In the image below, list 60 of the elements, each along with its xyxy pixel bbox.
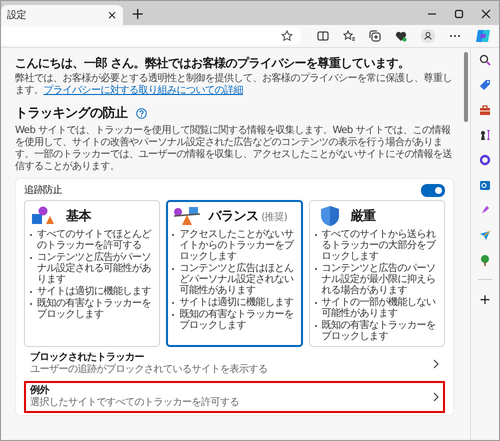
section-heading: トラッキングの防止	[15, 105, 128, 122]
ring-icon[interactable]	[479, 154, 491, 166]
bullet-text: 既知の有害なトラッカーをブロックします	[322, 320, 437, 342]
row-title: ブロックされたトラッカー	[30, 352, 145, 364]
bullet-text: コンテンツと広告がパーソナル設定される可能性があります	[37, 252, 152, 285]
tag-icon[interactable]	[479, 79, 491, 91]
bullet-text: サイトの一部が機能しない可能性があります	[322, 297, 437, 319]
bullet-text: すべてのサイトから送られるトラッカーの大部分をブロックします	[322, 229, 437, 262]
row-title: 例外	[30, 385, 50, 397]
add-button[interactable]: +	[479, 293, 491, 307]
help-icon[interactable]	[136, 108, 146, 118]
profile-icon[interactable]	[421, 29, 435, 43]
mode-option-card[interactable]: 基本 すべてのサイトでほとんどのトラッカーを許可する コンテンツと広告がパーソナル設定される可能性があります サイトは適切に機能します 既知の有害なトラッカーをブロックします	[24, 200, 160, 347]
tab-close-button[interactable]: ×	[106, 8, 117, 22]
favorites-icon[interactable]	[343, 30, 355, 42]
tab-title: 設定	[7, 8, 26, 22]
paper-plane-icon[interactable]	[479, 229, 491, 241]
balance-icon	[172, 205, 202, 227]
chevron-right-icon	[433, 359, 439, 369]
maximize-icon[interactable]	[454, 9, 464, 19]
bullet-text: アクセスしたことがないサイトからのトラッカーをブロックします	[179, 229, 295, 262]
tracking-label: 追跡防止	[24, 184, 62, 197]
bullet-text: すべてのサイトでほとんどのトラッカーを許可する	[37, 229, 152, 251]
search-icon[interactable]	[479, 54, 491, 66]
tree-icon[interactable]	[479, 254, 491, 266]
settings-row[interactable]: 例外 選択したサイトですべてのトラッカーを許可する	[24, 381, 445, 413]
bullet-text: コンテンツと広告のパーソナル設定が最小限に抑えられる場合があります	[322, 263, 437, 296]
mode-name: 基本	[66, 208, 91, 225]
mode-name: 厳重	[350, 208, 376, 225]
mode-note: (推奨)	[261, 210, 288, 224]
mode-name: バランス	[208, 208, 258, 225]
star-icon[interactable]	[281, 30, 293, 42]
bullet-text: サイトは適切に機能します	[37, 286, 151, 297]
pen-icon[interactable]	[479, 204, 491, 216]
row-subtitle: 選択したサイトですべてのトラッカーを許可する	[30, 397, 239, 409]
section-description: Web サイトでは、トラッカーを使用して閲覧に関する情報を収集します。Web サイトでは、この情報を使用して、サイトの改善やパーソナル設定された広告などのコンテンツの表示を行う場合があります。一部のトラッカーでは、ユーザーの情報を収集し、アクセスしたことがないサイトにその情報を送信することがあります。	[15, 125, 453, 173]
row-subtitle: ユーザーの追跡がブロックされているサイトを表示する	[30, 364, 268, 376]
privacy-details-link[interactable]: プライバシーに対する取り組みについての詳細	[44, 85, 243, 96]
toolbox-icon[interactable]	[479, 104, 491, 116]
settings-row[interactable]: ブロックされたトラッカー ユーザーの追跡がブロックされているサイトを表示する	[24, 348, 445, 380]
chevron-right-icon	[433, 392, 439, 402]
bullet-text: 既知の有害なトラッカーをブロックします	[37, 298, 152, 320]
mode-option-card[interactable]: バランス (推奨) アクセスしたことがないサイトからのトラッカーをブロックします コンテンツと広告はほとんどパーソナル設定されない可能性があります サイトは適切に機能します 既知の有害なトラッカーをブロックします	[166, 200, 303, 347]
greeting-heading: こんにちは、一郎 さん。弊社ではお客様のプライバシーを尊重しています。	[15, 56, 411, 71]
new-tab-button[interactable]: +	[131, 5, 144, 23]
mail-icon[interactable]	[479, 179, 491, 191]
bullet-text: コンテンツと広告はほとんどパーソナル設定されない可能性があります	[179, 263, 294, 296]
bullet-text: サイトは適切に機能します	[179, 297, 294, 308]
bullet-text: 既知の有害なトラッカーをブロックします	[179, 309, 294, 331]
browser-tab[interactable]: 設定 ×	[1, 5, 123, 25]
close-icon[interactable]	[481, 9, 491, 19]
toggle-switch[interactable]	[421, 184, 445, 196]
app-logo-icon[interactable]	[475, 28, 491, 44]
split-screen-icon[interactable]	[317, 30, 329, 42]
heart-icon[interactable]	[395, 30, 407, 42]
mode-option-card[interactable]: 厳重 すべてのサイトから送られるトラッカーの大部分をブロックします コンテンツと広告のパーソナル設定が最小限に抑えられる場合があります サイトの一部が機能しない可能性があります 既知の有害なトラッカーをブロックします	[308, 200, 445, 347]
collections-icon[interactable]	[369, 30, 381, 42]
intro-text: 弊社では、お客様が必要とする透明性と制御を提供して、お客様のプライバシーを常に保護し、尊重します。プライバシーに対する取り組みについての詳細	[15, 73, 453, 97]
scrollbar-thumb[interactable]	[464, 52, 468, 122]
address-field[interactable]	[1, 27, 301, 45]
